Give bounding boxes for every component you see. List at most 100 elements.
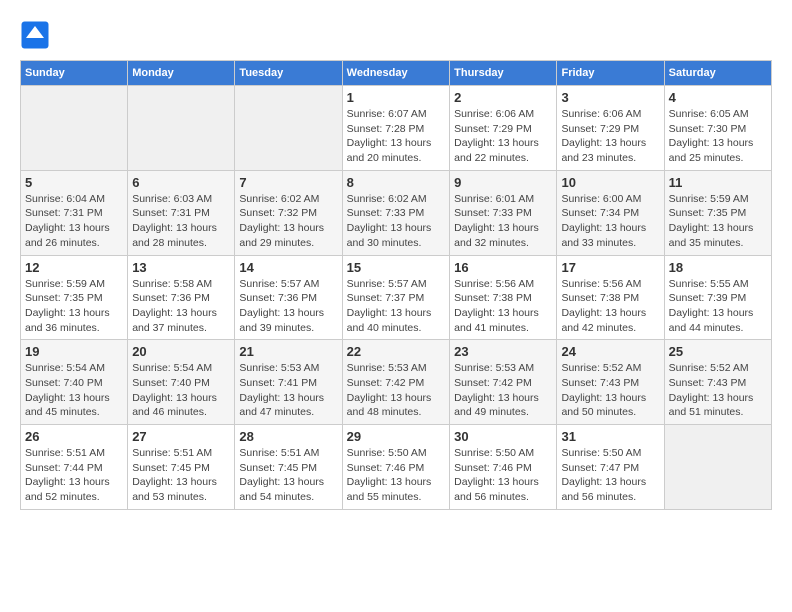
day-info: Sunrise: 6:06 AM Sunset: 7:29 PM Dayligh… <box>454 107 552 166</box>
calendar-cell: 21 Sunrise: 5:53 AM Sunset: 7:41 PM Dayli… <box>235 340 342 425</box>
day-info: Sunrise: 5:53 AM Sunset: 7:42 PM Dayligh… <box>347 361 445 420</box>
day-number: 22 <box>347 344 445 359</box>
calendar-cell: 31 Sunrise: 5:50 AM Sunset: 7:47 PM Dayli… <box>557 425 664 510</box>
calendar-cell: 27 Sunrise: 5:51 AM Sunset: 7:45 PM Dayli… <box>128 425 235 510</box>
page-header <box>20 20 772 50</box>
weekday-header: Monday <box>128 61 235 86</box>
calendar-cell <box>128 86 235 171</box>
calendar-cell: 2 Sunrise: 6:06 AM Sunset: 7:29 PM Daylig… <box>450 86 557 171</box>
logo-icon <box>20 20 50 50</box>
calendar-cell: 4 Sunrise: 6:05 AM Sunset: 7:30 PM Daylig… <box>664 86 771 171</box>
day-number: 8 <box>347 175 445 190</box>
day-number: 17 <box>561 260 659 275</box>
day-number: 4 <box>669 90 767 105</box>
day-info: Sunrise: 5:50 AM Sunset: 7:46 PM Dayligh… <box>454 446 552 505</box>
day-info: Sunrise: 6:02 AM Sunset: 7:33 PM Dayligh… <box>347 192 445 251</box>
day-number: 15 <box>347 260 445 275</box>
day-info: Sunrise: 5:54 AM Sunset: 7:40 PM Dayligh… <box>132 361 230 420</box>
calendar-cell: 28 Sunrise: 5:51 AM Sunset: 7:45 PM Dayli… <box>235 425 342 510</box>
calendar-cell <box>21 86 128 171</box>
calendar-cell: 10 Sunrise: 6:00 AM Sunset: 7:34 PM Dayli… <box>557 170 664 255</box>
day-info: Sunrise: 5:53 AM Sunset: 7:41 PM Dayligh… <box>239 361 337 420</box>
calendar-cell: 13 Sunrise: 5:58 AM Sunset: 7:36 PM Dayli… <box>128 255 235 340</box>
calendar-cell: 15Sunrise: 5:57 AM Sunset: 7:37 PM Dayli… <box>342 255 449 340</box>
calendar-cell: 6Sunrise: 6:03 AM Sunset: 7:31 PM Daylig… <box>128 170 235 255</box>
calendar-cell: 22 Sunrise: 5:53 AM Sunset: 7:42 PM Dayli… <box>342 340 449 425</box>
calendar-cell: 23 Sunrise: 5:53 AM Sunset: 7:42 PM Dayli… <box>450 340 557 425</box>
weekday-header: Thursday <box>450 61 557 86</box>
calendar-cell: 18 Sunrise: 5:55 AM Sunset: 7:39 PM Dayli… <box>664 255 771 340</box>
calendar-cell: 12 Sunrise: 5:59 AM Sunset: 7:35 PM Dayli… <box>21 255 128 340</box>
day-number: 23 <box>454 344 552 359</box>
calendar-week-row: 12 Sunrise: 5:59 AM Sunset: 7:35 PM Dayli… <box>21 255 772 340</box>
day-info: Sunrise: 6:00 AM Sunset: 7:34 PM Dayligh… <box>561 192 659 251</box>
day-info: Sunrise: 5:56 AM Sunset: 7:38 PM Dayligh… <box>561 277 659 336</box>
calendar-cell: 24 Sunrise: 5:52 AM Sunset: 7:43 PM Dayli… <box>557 340 664 425</box>
day-number: 18 <box>669 260 767 275</box>
day-number: 16 <box>454 260 552 275</box>
calendar-cell: 1 Sunrise: 6:07 AM Sunset: 7:28 PM Daylig… <box>342 86 449 171</box>
calendar-table: SundayMondayTuesdayWednesdayThursdayFrid… <box>20 60 772 510</box>
day-info: Sunrise: 6:01 AM Sunset: 7:33 PM Dayligh… <box>454 192 552 251</box>
day-info: Sunrise: 5:57 AM Sunset: 7:36 PM Dayligh… <box>239 277 337 336</box>
day-info: Sunrise: 5:52 AM Sunset: 7:43 PM Dayligh… <box>669 361 767 420</box>
logo <box>20 20 54 50</box>
day-number: 27 <box>132 429 230 444</box>
calendar-cell: 8 Sunrise: 6:02 AM Sunset: 7:33 PM Daylig… <box>342 170 449 255</box>
day-number: 24 <box>561 344 659 359</box>
calendar-header-row: SundayMondayTuesdayWednesdayThursdayFrid… <box>21 61 772 86</box>
day-number: 5 <box>25 175 123 190</box>
day-info: Sunrise: 5:51 AM Sunset: 7:44 PM Dayligh… <box>25 446 123 505</box>
calendar-cell: 29 Sunrise: 5:50 AM Sunset: 7:46 PM Dayli… <box>342 425 449 510</box>
day-number: 10 <box>561 175 659 190</box>
day-info: Sunrise: 5:58 AM Sunset: 7:36 PM Dayligh… <box>132 277 230 336</box>
day-info: Sunrise: 5:54 AM Sunset: 7:40 PM Dayligh… <box>25 361 123 420</box>
day-info: Sunrise: 5:56 AM Sunset: 7:38 PM Dayligh… <box>454 277 552 336</box>
day-info: Sunrise: 6:04 AM Sunset: 7:31 PM Dayligh… <box>25 192 123 251</box>
day-info: Sunrise: 5:53 AM Sunset: 7:42 PM Dayligh… <box>454 361 552 420</box>
day-number: 12 <box>25 260 123 275</box>
day-info: Sunrise: 5:59 AM Sunset: 7:35 PM Dayligh… <box>25 277 123 336</box>
calendar-week-row: 5 Sunrise: 6:04 AM Sunset: 7:31 PM Daylig… <box>21 170 772 255</box>
day-number: 31 <box>561 429 659 444</box>
day-info: Sunrise: 6:02 AM Sunset: 7:32 PM Dayligh… <box>239 192 337 251</box>
day-info: Sunrise: 5:50 AM Sunset: 7:46 PM Dayligh… <box>347 446 445 505</box>
day-number: 21 <box>239 344 337 359</box>
weekday-header: Sunday <box>21 61 128 86</box>
calendar-cell: 11Sunrise: 5:59 AM Sunset: 7:35 PM Dayli… <box>664 170 771 255</box>
day-info: Sunrise: 5:51 AM Sunset: 7:45 PM Dayligh… <box>132 446 230 505</box>
calendar-cell <box>235 86 342 171</box>
calendar-cell: 3Sunrise: 6:06 AM Sunset: 7:29 PM Daylig… <box>557 86 664 171</box>
day-number: 25 <box>669 344 767 359</box>
day-number: 3 <box>561 90 659 105</box>
day-number: 9 <box>454 175 552 190</box>
day-info: Sunrise: 5:51 AM Sunset: 7:45 PM Dayligh… <box>239 446 337 505</box>
day-number: 1 <box>347 90 445 105</box>
day-info: Sunrise: 5:55 AM Sunset: 7:39 PM Dayligh… <box>669 277 767 336</box>
day-number: 28 <box>239 429 337 444</box>
day-info: Sunrise: 5:52 AM Sunset: 7:43 PM Dayligh… <box>561 361 659 420</box>
weekday-header: Friday <box>557 61 664 86</box>
day-number: 29 <box>347 429 445 444</box>
day-number: 2 <box>454 90 552 105</box>
day-info: Sunrise: 6:07 AM Sunset: 7:28 PM Dayligh… <box>347 107 445 166</box>
day-number: 13 <box>132 260 230 275</box>
weekday-header: Saturday <box>664 61 771 86</box>
day-info: Sunrise: 5:50 AM Sunset: 7:47 PM Dayligh… <box>561 446 659 505</box>
day-info: Sunrise: 6:05 AM Sunset: 7:30 PM Dayligh… <box>669 107 767 166</box>
day-number: 20 <box>132 344 230 359</box>
weekday-header: Wednesday <box>342 61 449 86</box>
calendar-cell: 19Sunrise: 5:54 AM Sunset: 7:40 PM Dayli… <box>21 340 128 425</box>
calendar-cell: 20 Sunrise: 5:54 AM Sunset: 7:40 PM Dayli… <box>128 340 235 425</box>
calendar-cell: 7Sunrise: 6:02 AM Sunset: 7:32 PM Daylig… <box>235 170 342 255</box>
calendar-week-row: 26Sunrise: 5:51 AM Sunset: 7:44 PM Dayli… <box>21 425 772 510</box>
calendar-cell: 17 Sunrise: 5:56 AM Sunset: 7:38 PM Dayli… <box>557 255 664 340</box>
calendar-cell: 5 Sunrise: 6:04 AM Sunset: 7:31 PM Daylig… <box>21 170 128 255</box>
day-number: 14 <box>239 260 337 275</box>
day-info: Sunrise: 6:03 AM Sunset: 7:31 PM Dayligh… <box>132 192 230 251</box>
calendar-cell: 16 Sunrise: 5:56 AM Sunset: 7:38 PM Dayli… <box>450 255 557 340</box>
calendar-week-row: 1 Sunrise: 6:07 AM Sunset: 7:28 PM Daylig… <box>21 86 772 171</box>
calendar-cell: 9 Sunrise: 6:01 AM Sunset: 7:33 PM Daylig… <box>450 170 557 255</box>
calendar-cell: 26Sunrise: 5:51 AM Sunset: 7:44 PM Dayli… <box>21 425 128 510</box>
day-number: 11 <box>669 175 767 190</box>
